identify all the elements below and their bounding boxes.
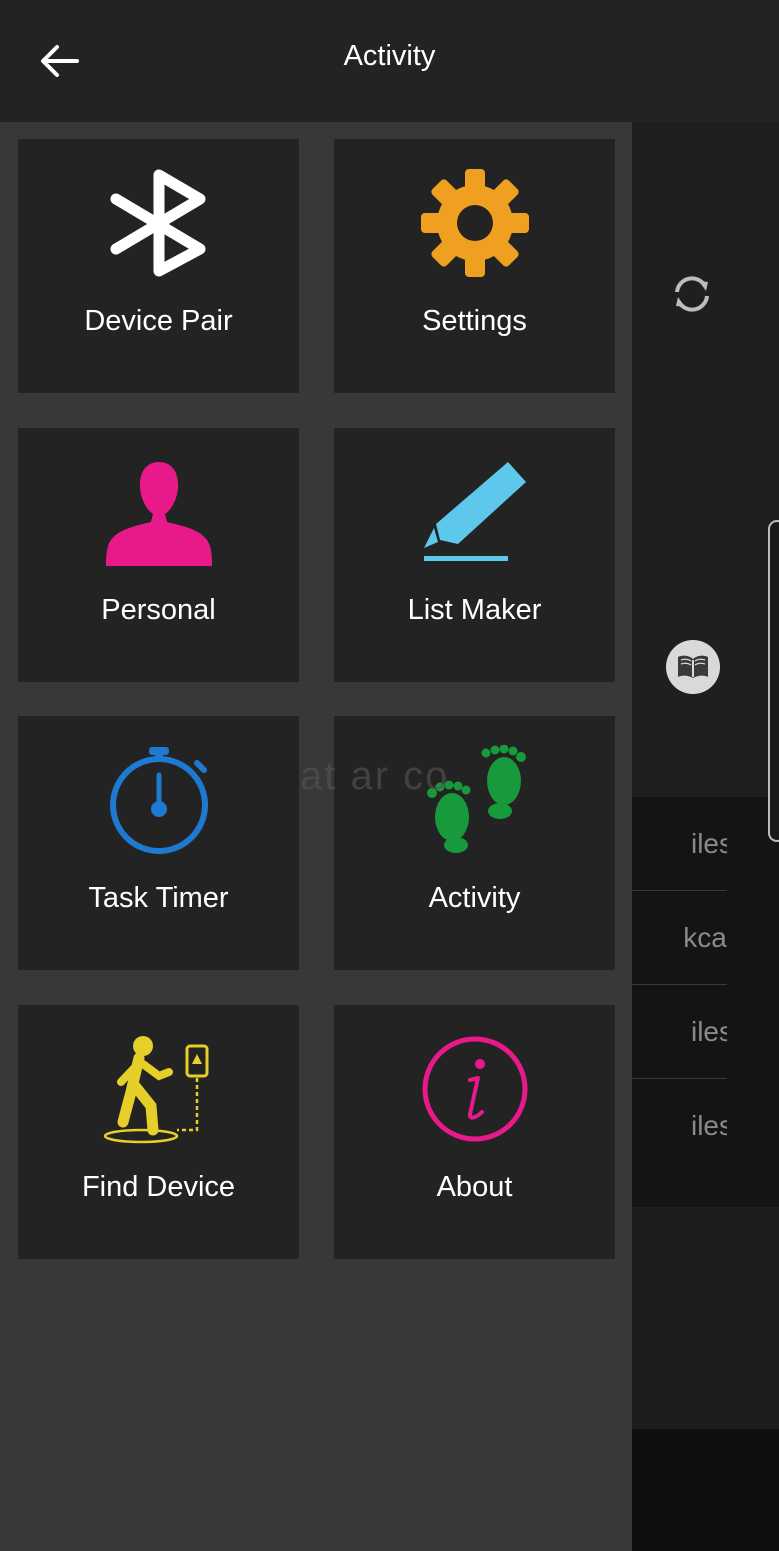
background-screen: iles kcal iles iles [632, 122, 779, 1551]
background-stat-row: iles [632, 985, 727, 1079]
stopwatch-icon [109, 747, 208, 854]
footprints-icon [426, 745, 526, 853]
pencil-icon [423, 462, 526, 561]
menu-tile-settings[interactable]: Settings [334, 139, 615, 393]
menu-tile-label: About [436, 1171, 513, 1203]
background-stat-row: iles [632, 797, 727, 891]
gear-icon [420, 169, 529, 277]
background-header-panel [632, 122, 779, 797]
app-bar: Activity [0, 0, 779, 122]
sync-icon[interactable] [668, 270, 716, 318]
navigation-drawer: Device Pair Settings Personal List Maker… [0, 122, 632, 1551]
menu-tile-label: List Maker [407, 594, 542, 626]
menu-tile-device-pair[interactable]: Device Pair [18, 139, 299, 393]
menu-tile-task-timer[interactable]: Task Timer [18, 716, 299, 970]
background-stat-row: iles [690, 1109, 727, 1141]
menu-tile-label: Task Timer [88, 882, 229, 914]
menu-tile-label: Settings [422, 305, 527, 337]
menu-tile-activity[interactable]: Activity [334, 716, 615, 970]
menu-tile-personal[interactable]: Personal [18, 428, 299, 682]
background-stat-row: kcal [632, 891, 727, 985]
menu-tile-label: Activity [428, 882, 521, 914]
walking-person-icon [103, 1036, 208, 1144]
menu-tile-find-device[interactable]: Find Device [18, 1005, 299, 1259]
info-icon [422, 1036, 527, 1142]
menu-tile-about[interactable]: About [334, 1005, 615, 1259]
menu-tile-list-maker[interactable]: List Maker [334, 428, 615, 682]
page-title: Activity [343, 40, 436, 72]
background-bottom-bar [632, 1429, 779, 1551]
menu-tile-label: Personal [101, 594, 216, 626]
background-stats-list: iles kcal iles iles [632, 797, 779, 1207]
menu-tile-label: Device Pair [84, 305, 233, 337]
edge-panel-handle[interactable] [768, 520, 779, 842]
bluetooth-icon [110, 169, 205, 277]
menu-tile-label: Find Device [81, 1171, 236, 1203]
background-lower-panel [632, 1207, 779, 1429]
book-icon[interactable] [666, 640, 720, 694]
person-icon [105, 462, 212, 566]
